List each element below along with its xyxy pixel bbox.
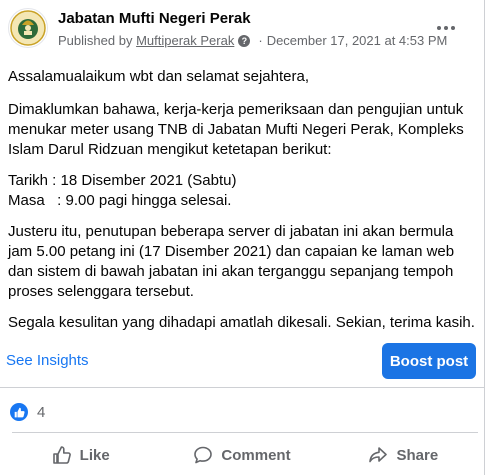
body-line: Justeru itu, penutupan beberapa server d…: [8, 223, 454, 240]
closing-text: Segala kesulitan yang dihadapi amatlah d…: [8, 314, 475, 331]
post-footer: Like Comment Share: [0, 438, 484, 472]
boost-post-button[interactable]: Boost post: [382, 343, 476, 379]
masa-line: Masa : 9.00 pagi hingga selesai.: [8, 192, 232, 209]
meta-separator: ·: [258, 33, 263, 48]
body-line: Islam Darul Ridzuan mengikut ketetapan b…: [8, 141, 332, 158]
greeting-text: Assalamualaikum wbt dan selamat sejahter…: [8, 68, 309, 85]
post-timestamp[interactable]: December 17, 2021 at 4:53 PM: [267, 33, 448, 48]
post-meta: Published by Muftiperak Perak ? · Decemb…: [58, 33, 447, 48]
facebook-post: Jabatan Mufti Negeri Perak Published by …: [0, 0, 485, 475]
like-label: Like: [79, 446, 110, 464]
post-header: Jabatan Mufti Negeri Perak Published by …: [8, 4, 476, 48]
like-button[interactable]: Like: [0, 438, 161, 472]
comment-icon: [194, 446, 213, 464]
published-by-text: Published by: [58, 33, 133, 48]
reaction-summary[interactable]: 4: [10, 403, 45, 421]
like-reaction-icon: [10, 403, 28, 421]
thumbs-up-icon: [52, 446, 71, 464]
body-line: dan sistem di bawah jabatan ini akan ter…: [8, 263, 454, 280]
see-insights-link[interactable]: See Insights: [6, 352, 89, 369]
post-actions-bar: See Insights Boost post: [0, 338, 484, 386]
comment-button[interactable]: Comment: [161, 438, 322, 472]
more-options-icon[interactable]: [432, 16, 460, 40]
jabatan-mufti-logo: [10, 10, 46, 46]
share-label: Share: [396, 446, 439, 464]
help-icon[interactable]: ?: [238, 34, 251, 47]
publisher-link[interactable]: Muftiperak Perak: [136, 33, 234, 48]
comment-label: Comment: [221, 446, 291, 464]
post-body: Assalamualaikum wbt dan selamat sejahter…: [8, 67, 478, 333]
body-line: menukar meter usang TNB di Jabatan Mufti…: [8, 121, 464, 138]
share-icon: [369, 447, 388, 463]
tarikh-line: Tarikh : 18 Disember 2021 (Sabtu): [8, 172, 237, 189]
share-button[interactable]: Share: [323, 438, 484, 472]
divider: [0, 387, 484, 388]
body-line: Dimaklumkan bahawa, kerja-kerja pemeriks…: [8, 101, 464, 118]
reaction-count: 4: [37, 403, 46, 421]
page-avatar[interactable]: [8, 8, 48, 48]
body-line: jam 5.00 petang ini (17 Disember 2021) d…: [8, 243, 455, 260]
body-line: proses selenggara tersebut.: [8, 283, 194, 300]
page-name[interactable]: Jabatan Mufti Negeri Perak: [58, 10, 251, 27]
divider: [12, 432, 478, 433]
